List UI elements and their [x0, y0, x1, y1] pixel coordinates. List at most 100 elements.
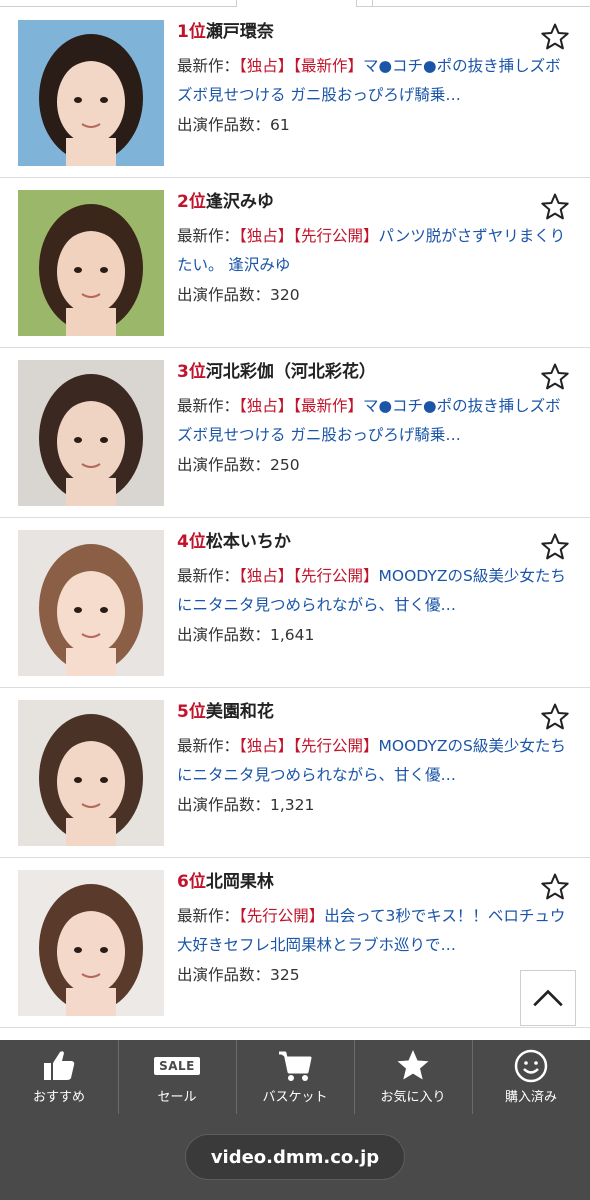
latest-work[interactable]: 最新作：【独占】【先行公開】MOODYZのS級美少女たちにニタニタ見つめられなが… [177, 732, 569, 790]
actress-name: 北岡果林 [205, 872, 274, 892]
count-value: 1,321 [270, 796, 315, 814]
works-count: 出演作品数：325 [177, 962, 577, 988]
work-tags: 【独占】【先行公開】 [239, 227, 379, 245]
latest-label: 最新作： [177, 567, 240, 585]
actress-photo[interactable] [18, 870, 164, 1016]
actress-photo[interactable] [18, 530, 164, 676]
count-value: 61 [270, 116, 290, 134]
actress-title[interactable]: 1位瀬戸環奈 [177, 21, 577, 43]
portrait-image [18, 870, 164, 1016]
actress-photo[interactable] [18, 700, 164, 846]
actress-title[interactable]: 6位北岡果林 [177, 871, 577, 893]
actress-name: 瀬戸環奈 [205, 22, 274, 42]
tab-divider [372, 6, 590, 7]
rank-label: 3位 [177, 362, 206, 382]
list-item[interactable] [0, 1028, 590, 1052]
favorite-star-icon[interactable] [540, 362, 570, 392]
actress-title[interactable]: 3位河北彩伽（河北彩花） [177, 361, 577, 383]
work-tags: 【独占】【先行公開】 [239, 567, 379, 585]
count-label: 出演作品数： [177, 626, 271, 644]
nav-label: セール [157, 1090, 197, 1105]
nav-sale[interactable]: SALE セール [118, 1040, 236, 1114]
latest-label: 最新作： [177, 227, 240, 245]
work-tags: 【独占】【最新作】 [239, 57, 364, 75]
work-tags: 【独占】【最新作】 [239, 397, 364, 415]
latest-work[interactable]: 最新作：【独占】【先行公開】MOODYZのS級美少女たちにニタニタ見つめられなが… [177, 562, 569, 620]
actress-ranking-list: 1位瀬戸環奈 最新作：【独占】【最新作】マ●コチ●ポの抜き挿しズボズボ見せつける… [0, 8, 590, 1052]
nav-label: 購入済み [504, 1090, 557, 1105]
latest-work[interactable]: 最新作：【独占】【最新作】マ●コチ●ポの抜き挿しズボズボ見せつける ガニ股おっぴ… [177, 392, 569, 450]
actress-photo[interactable] [18, 190, 164, 336]
favorite-star-icon[interactable] [540, 872, 570, 902]
count-label: 出演作品数： [177, 456, 271, 474]
rank-label: 5位 [177, 702, 206, 722]
url-bar[interactable]: video.dmm.co.jp [185, 1134, 405, 1180]
list-item[interactable]: 6位北岡果林 最新作：【先行公開】出会って3秒でキス！！ベロチュウ大好きセフレ北… [0, 858, 590, 1028]
actress-name: 逢沢みゆ [205, 192, 274, 212]
actress-name: 河北彩伽（河北彩花） [205, 362, 376, 382]
nav-label: バスケット [262, 1090, 328, 1105]
latest-label: 最新作： [177, 397, 240, 415]
portrait-image [18, 20, 164, 166]
tab-strip [0, 0, 590, 8]
actress-title[interactable]: 5位美園和花 [177, 701, 577, 723]
latest-work[interactable]: 最新作：【先行公開】出会って3秒でキス！！ベロチュウ大好きセフレ北岡果林とラブホ… [177, 902, 569, 960]
portrait-image [18, 530, 164, 676]
favorite-star-icon[interactable] [540, 702, 570, 732]
work-tags: 【先行公開】 [239, 907, 325, 925]
tab-divider [356, 6, 372, 7]
favorite-star-icon[interactable] [540, 532, 570, 562]
works-count: 出演作品数：61 [177, 112, 577, 138]
rank-label: 1位 [177, 22, 206, 42]
works-count: 出演作品数：320 [177, 282, 577, 308]
nav-purchased[interactable]: 購入済み [472, 1040, 590, 1114]
favorite-star-icon[interactable] [540, 192, 570, 222]
latest-work[interactable]: 最新作：【独占】【先行公開】パンツ脱がさずヤリまくりたい。 逢沢みゆ [177, 222, 569, 280]
portrait-image [18, 700, 164, 846]
favorite-star-icon[interactable] [540, 22, 570, 52]
count-label: 出演作品数： [177, 966, 271, 984]
list-item[interactable]: 5位美園和花 最新作：【独占】【先行公開】MOODYZのS級美少女たちにニタニタ… [0, 688, 590, 858]
works-count: 出演作品数：1,321 [177, 792, 577, 818]
works-count: 出演作品数：1,641 [177, 622, 577, 648]
actress-photo[interactable] [18, 20, 164, 166]
nav-basket[interactable]: バスケット [236, 1040, 354, 1114]
actress-title[interactable]: 2位逢沢みゆ [177, 191, 577, 213]
thumbs-up-icon [41, 1048, 77, 1084]
rank-label: 2位 [177, 192, 206, 212]
scroll-to-top-button[interactable] [520, 970, 576, 1026]
bottom-navigation: おすすめ SALE セール バスケット お気に入り 購入済み video.dmm… [0, 1040, 590, 1200]
nav-favorites[interactable]: お気に入り [354, 1040, 472, 1114]
latest-label: 最新作： [177, 737, 240, 755]
actress-photo[interactable] [18, 360, 164, 506]
count-label: 出演作品数： [177, 286, 271, 304]
rank-label: 6位 [177, 872, 206, 892]
tab-edge [236, 0, 237, 7]
list-item[interactable]: 4位松本いちか 最新作：【独占】【先行公開】MOODYZのS級美少女たちにニタニ… [0, 518, 590, 688]
latest-label: 最新作： [177, 57, 240, 75]
latest-work[interactable]: 最新作：【独占】【最新作】マ●コチ●ポの抜き挿しズボズボ見せつける ガニ股おっぴ… [177, 52, 569, 110]
sale-icon: SALE [154, 1048, 200, 1084]
work-tags: 【独占】【先行公開】 [239, 737, 379, 755]
count-label: 出演作品数： [177, 796, 271, 814]
portrait-image [18, 190, 164, 336]
actress-name: 松本いちか [205, 532, 291, 552]
count-value: 250 [270, 456, 300, 474]
list-item[interactable]: 3位河北彩伽（河北彩花） 最新作：【独占】【最新作】マ●コチ●ポの抜き挿しズボズ… [0, 348, 590, 518]
nav-label: おすすめ [32, 1090, 85, 1105]
portrait-image [18, 360, 164, 506]
chevron-up-icon [533, 989, 563, 1007]
list-item[interactable]: 2位逢沢みゆ 最新作：【独占】【先行公開】パンツ脱がさずヤリまくりたい。 逢沢み… [0, 178, 590, 348]
count-value: 325 [270, 966, 300, 984]
tab-divider [0, 6, 236, 7]
star-icon [395, 1048, 431, 1084]
actress-title[interactable]: 4位松本いちか [177, 531, 577, 553]
list-item[interactable]: 1位瀬戸環奈 最新作：【独占】【最新作】マ●コチ●ポの抜き挿しズボズボ見せつける… [0, 8, 590, 178]
rank-label: 4位 [177, 532, 206, 552]
sale-badge: SALE [154, 1057, 200, 1075]
smile-icon [513, 1048, 549, 1084]
count-value: 1,641 [270, 626, 315, 644]
nav-recommended[interactable]: おすすめ [0, 1040, 118, 1114]
works-count: 出演作品数：250 [177, 452, 577, 478]
count-label: 出演作品数： [177, 116, 271, 134]
